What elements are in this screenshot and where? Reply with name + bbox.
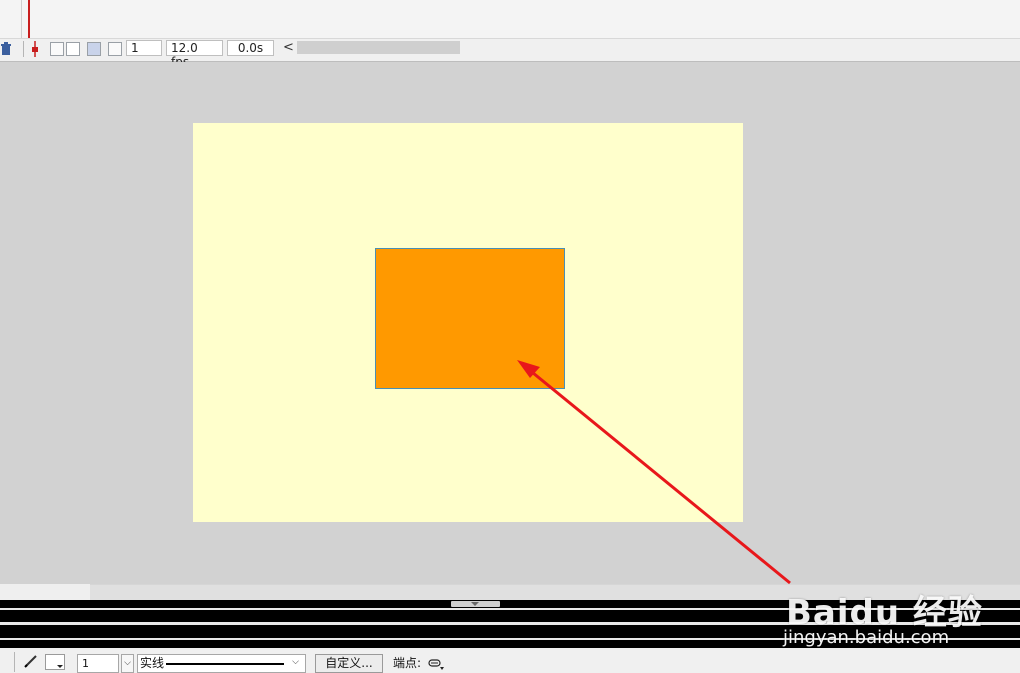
pencil-icon: [24, 655, 37, 668]
collapse-arrow-icon: [471, 602, 479, 606]
properties-divider: [14, 652, 15, 672]
trash-icon[interactable]: [0, 42, 12, 56]
current-frame-field: 1: [126, 40, 162, 56]
scroll-left-arrow[interactable]: <: [283, 39, 294, 57]
watermark-url: jingyan.baidu.com: [783, 627, 950, 648]
endpoint-label: 端点:: [393, 656, 422, 670]
elapsed-time-field: 0.0s: [227, 40, 274, 56]
edit-multiple-frames-icon[interactable]: [87, 42, 101, 56]
stroke-style-label: 实线: [140, 656, 165, 670]
stroke-width-dropdown-button[interactable]: ⌵: [121, 654, 134, 673]
onion-outline-icon[interactable]: [66, 42, 80, 56]
swatch-dropdown-icon: [57, 665, 63, 668]
center-frame-icon[interactable]: [30, 41, 40, 57]
stroke-style-preview: [166, 663, 284, 665]
timeline-panel[interactable]: [0, 0, 1020, 39]
frame-rate-field[interactable]: 12.0 fps: [166, 40, 223, 69]
stroke-style-dropdown-icon[interactable]: ⌵: [289, 654, 302, 673]
orange-rectangle-shape[interactable]: [375, 248, 565, 389]
timeline-status-bar: 1 12.0 fps 0.0s <: [0, 38, 1020, 69]
timeline-divider: [21, 0, 22, 38]
toolbar-divider: [23, 41, 24, 57]
playhead[interactable]: [28, 0, 30, 38]
onion-skin-icon[interactable]: [50, 42, 64, 56]
timeline-scrollbar-thumb[interactable]: [297, 41, 460, 54]
cap-style-icon[interactable]: [428, 658, 444, 670]
stroke-width-input[interactable]: 1: [77, 654, 119, 673]
onion-markers-icon[interactable]: [108, 42, 122, 56]
custom-stroke-button[interactable]: 自定义...: [315, 654, 383, 673]
